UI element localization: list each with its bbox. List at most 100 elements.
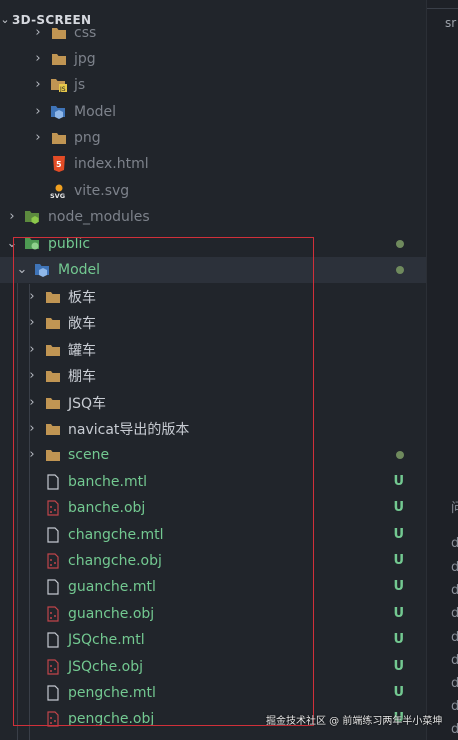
folder-row[interactable]: › scene — [0, 442, 426, 468]
file-row[interactable]: JSQche.mtl U — [0, 627, 426, 653]
git-untracked-badge: U — [393, 553, 404, 568]
file-icon — [44, 473, 62, 491]
file-row[interactable]: changche.mtl U — [0, 522, 426, 548]
file-row[interactable]: guanche.mtl U — [0, 574, 426, 600]
folder-row[interactable]: › JS js — [0, 72, 426, 98]
obj-file-icon — [44, 658, 62, 676]
folder-row[interactable]: › png — [0, 125, 426, 151]
html5-icon: 5 — [50, 155, 68, 173]
tree-item-label: pengche.obj — [68, 711, 155, 727]
file-row[interactable]: 5 index.html — [0, 151, 426, 177]
side-panel-text: d — [451, 722, 458, 737]
folder-icon — [44, 420, 62, 438]
chevron-down-icon[interactable]: ⌄ — [4, 231, 20, 257]
tree-item-label: 罐车 — [68, 343, 96, 359]
file-row[interactable]: SVG vite.svg — [0, 178, 426, 204]
git-untracked-badge: U — [393, 500, 404, 515]
folder-icon — [50, 50, 68, 68]
obj-file-icon — [44, 710, 62, 728]
folder-icon — [44, 341, 62, 359]
folder-row[interactable]: › 敞车 — [0, 310, 426, 336]
chevron-right-icon[interactable]: › — [30, 125, 46, 151]
folder-row[interactable]: › 罐车 — [0, 337, 426, 363]
tree-item-label: css — [74, 25, 97, 41]
git-untracked-badge: U — [393, 527, 404, 542]
node-folder-icon — [24, 208, 42, 226]
side-panel-text: d — [451, 560, 458, 575]
side-panel-text: 问 — [451, 501, 458, 516]
model-folder-icon — [34, 261, 52, 279]
file-icon — [44, 578, 62, 596]
folder-row[interactable]: › jpg — [0, 46, 426, 72]
git-change-dot — [396, 451, 404, 459]
file-row[interactable]: JSQche.obj U — [0, 654, 426, 680]
tree-item-label: Model — [74, 104, 117, 120]
side-panel-text: d — [451, 630, 458, 645]
chevron-right-icon[interactable]: › — [24, 390, 40, 416]
chevron-right-icon[interactable]: › — [24, 284, 40, 310]
folder-icon — [44, 446, 62, 464]
tree-item-label: scene — [68, 447, 110, 463]
chevron-right-icon[interactable]: › — [24, 310, 40, 336]
file-icon — [44, 526, 62, 544]
svg-text:5: 5 — [56, 160, 62, 169]
folder-row[interactable]: › node_modules — [0, 204, 426, 230]
tree-item-label: public — [48, 236, 91, 252]
svg-file-icon: SVG — [50, 182, 68, 200]
tree-item-label: JSQ车 — [68, 396, 107, 412]
git-untracked-badge: U — [393, 632, 404, 647]
side-panel-text: d — [451, 536, 458, 551]
tree-item-label: index.html — [74, 156, 149, 172]
explorer-panel: ⌄ 3D-SCREEN › css › jpg › JS js › Model › png 5 inde… — [0, 0, 426, 740]
obj-file-icon — [44, 552, 62, 570]
chevron-right-icon[interactable]: › — [24, 416, 40, 442]
chevron-right-icon[interactable]: › — [24, 363, 40, 389]
tree-item-label: guanche.obj — [68, 606, 155, 622]
folder-row[interactable]: › css — [0, 20, 426, 46]
file-row[interactable]: banche.obj U — [0, 495, 426, 521]
git-change-dot — [396, 266, 404, 274]
folder-js-icon: JS — [50, 76, 68, 94]
chevron-right-icon[interactable]: › — [24, 337, 40, 363]
chevron-right-icon[interactable]: › — [30, 99, 46, 125]
file-row[interactable]: pengche.mtl U — [0, 680, 426, 706]
chevron-right-icon[interactable]: › — [24, 442, 40, 468]
chevron-right-icon[interactable]: › — [30, 72, 46, 98]
tree-item-label: banche.mtl — [68, 474, 147, 490]
tree-item-label: guanche.mtl — [68, 579, 156, 595]
file-row[interactable]: changche.obj U — [0, 548, 426, 574]
chevron-down-icon[interactable]: ⌄ — [14, 257, 30, 283]
tree-item-label: pengche.mtl — [68, 685, 156, 701]
side-panel-text: d — [451, 606, 458, 621]
folder-icon — [50, 24, 68, 42]
chevron-right-icon[interactable]: › — [30, 46, 46, 72]
folder-row[interactable]: › JSQ车 — [0, 390, 426, 416]
folder-row[interactable]: › navicat导出的版本 — [0, 416, 426, 442]
folder-row[interactable]: › 棚车 — [0, 363, 426, 389]
tree-item-label: navicat导出的版本 — [68, 422, 190, 438]
editor-side-panel: sr 问ddddddddd — [426, 0, 458, 740]
tree-item-label: vite.svg — [74, 183, 130, 199]
tree-item-label: jpg — [74, 51, 96, 67]
file-row[interactable]: guanche.obj U — [0, 601, 426, 627]
editor-tab-label[interactable]: sr — [445, 16, 456, 30]
git-change-dot — [396, 240, 404, 248]
git-untracked-badge: U — [393, 606, 404, 621]
git-untracked-badge: U — [393, 685, 404, 700]
file-icon — [44, 684, 62, 702]
git-untracked-badge: U — [393, 659, 404, 674]
folder-row[interactable]: ⌄ Model — [0, 257, 426, 283]
tree-item-label: js — [74, 77, 86, 93]
svg-text:JS: JS — [59, 86, 66, 93]
svg-text:SVG: SVG — [50, 192, 65, 199]
folder-row[interactable]: › Model — [0, 99, 426, 125]
file-row[interactable]: banche.mtl U — [0, 469, 426, 495]
folder-icon — [44, 394, 62, 412]
tree-item-label: 敞车 — [68, 316, 96, 332]
chevron-right-icon[interactable]: › — [30, 20, 46, 46]
folder-row[interactable]: › 板车 — [0, 284, 426, 310]
chevron-right-icon[interactable]: › — [4, 204, 20, 230]
side-panel-text: d — [451, 676, 458, 691]
tree-item-label: Model — [58, 262, 101, 278]
folder-row[interactable]: ⌄ public — [0, 231, 426, 257]
